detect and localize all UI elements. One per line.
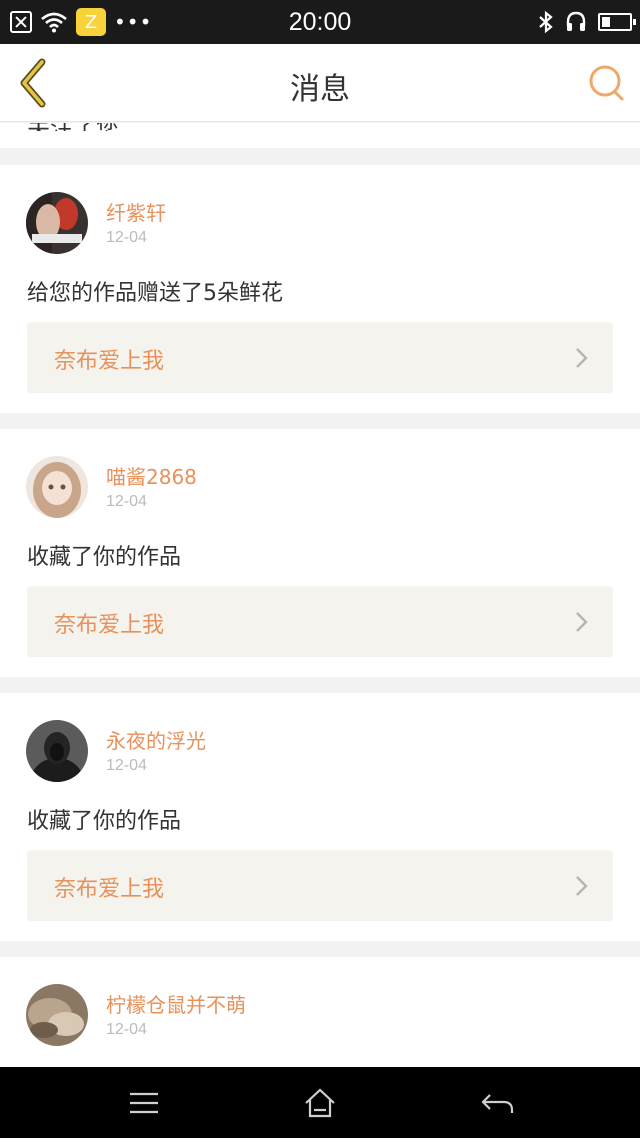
system-nav-bar <box>0 1067 640 1138</box>
work-title: 奈布爱上我 <box>54 613 165 638</box>
timestamp: 12-04 <box>106 757 147 774</box>
message-text: 给您的作品赠送了5朵鲜花 <box>27 281 283 306</box>
work-link[interactable]: 奈布爱上我 <box>27 322 613 393</box>
message-text: 收藏了你的作品 <box>27 545 182 570</box>
menu-icon[interactable] <box>124 1085 164 1121</box>
chevron-right-icon <box>576 876 588 896</box>
timestamp: 12-04 <box>106 1021 147 1038</box>
list-item-partial: 关注了您 <box>0 123 640 148</box>
avatar[interactable] <box>26 984 88 1046</box>
username[interactable]: 永夜的浮光 <box>106 725 206 754</box>
timestamp: 12-04 <box>106 229 147 246</box>
message-text: 收藏了你的作品 <box>27 809 182 834</box>
timestamp: 12-04 <box>106 493 147 510</box>
search-icon[interactable] <box>586 62 626 102</box>
bluetooth-icon <box>539 10 553 34</box>
avatar[interactable] <box>26 720 88 782</box>
work-link[interactable]: 奈布爱上我 <box>27 850 613 921</box>
list-item: 柠檬仓鼠并不萌 12-04 <box>0 957 640 1067</box>
headphones-icon <box>566 11 586 31</box>
status-bar: Z ••• 20:00 <box>0 0 640 44</box>
battery-icon <box>598 13 636 31</box>
work-title: 奈布爱上我 <box>54 877 165 902</box>
list-item: 永夜的浮光 12-04 收藏了你的作品 奈布爱上我 <box>0 693 640 941</box>
username[interactable]: 柠檬仓鼠并不萌 <box>106 989 246 1018</box>
back-icon[interactable] <box>478 1085 518 1121</box>
header: 消息 <box>0 44 640 122</box>
username[interactable]: 纤紫轩 <box>106 197 166 226</box>
list-item: 纤紫轩 12-04 给您的作品赠送了5朵鲜花 奈布爱上我 <box>0 165 640 413</box>
page-title: 消息 <box>290 72 350 107</box>
avatar[interactable] <box>26 456 88 518</box>
username[interactable]: 喵酱2868 <box>106 461 197 490</box>
work-title: 奈布爱上我 <box>54 349 165 374</box>
chevron-right-icon <box>576 612 588 632</box>
battery-level <box>602 17 610 27</box>
chevron-right-icon <box>576 348 588 368</box>
avatar[interactable] <box>26 192 88 254</box>
work-link[interactable]: 奈布爱上我 <box>27 586 613 657</box>
message-text: 关注了您 <box>27 123 119 131</box>
message-list[interactable]: 关注了您 纤紫轩 12-04 给您的作品赠送了5朵鲜花 奈布爱上我 <box>0 123 640 1067</box>
list-item: 喵酱2868 12-04 收藏了你的作品 奈布爱上我 <box>0 429 640 677</box>
home-icon[interactable] <box>300 1085 340 1121</box>
